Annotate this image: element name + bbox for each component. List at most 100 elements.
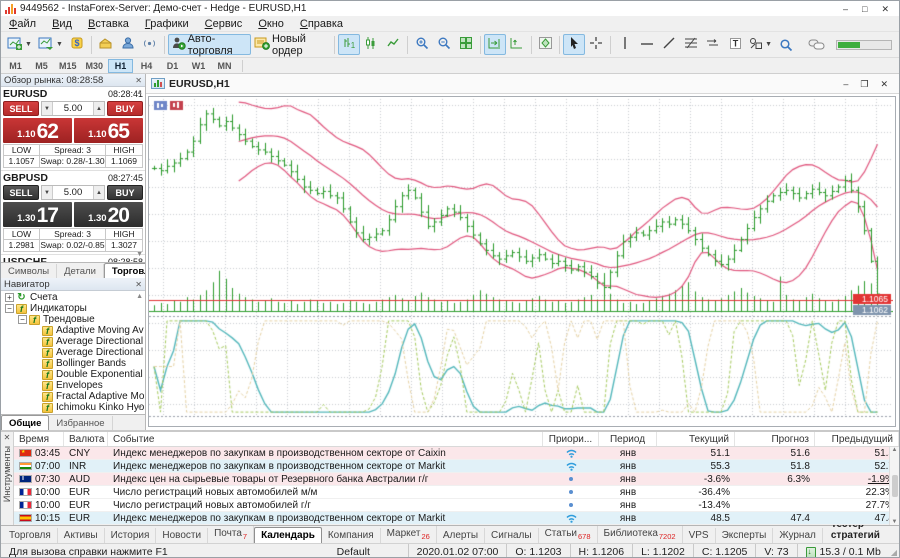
toolbox-close-icon[interactable]: ✕ [4,432,11,442]
shapes-button[interactable]: ▼ [746,34,775,55]
market-button[interactable] [95,34,117,55]
calendar-column-2[interactable]: Валюта [64,432,108,446]
bottom-tab-почта[interactable]: Почта7 [208,526,254,543]
close-button[interactable]: ✕ [881,3,889,15]
timeframe-d1[interactable]: D1 [160,59,185,73]
vertical-line-button[interactable] [614,34,636,55]
signals-button[interactable] [139,34,161,55]
tree-item-трендовые[interactable]: −fТрендовые [1,314,145,325]
volume-increase-icon[interactable]: ▲ [93,102,104,115]
volume-decrease-icon[interactable]: ▼ [42,186,53,199]
search-button[interactable] [775,34,797,55]
bottom-tab-активы[interactable]: Активы [58,528,105,543]
bottom-tab-алерты[interactable]: Алерты [437,528,485,543]
chat-button[interactable] [805,34,828,55]
chart-shift-button[interactable] [506,34,528,55]
chart-close-button[interactable]: ✕ [880,78,888,90]
horizontal-line-button[interactable] [636,34,658,55]
bottom-tab-библиотека[interactable]: Библиотека7202 [598,526,683,543]
calendar-column-4[interactable]: Приори... [543,432,599,446]
market-watch-tab-детали[interactable]: Детали [57,264,104,278]
scroll-up-arrow-icon[interactable]: ▲ [892,447,898,453]
scroll-down-arrow-icon[interactable]: ▼ [892,519,898,525]
tree-item-ichimoku-kinko-hyo[interactable]: fIchimoku Kinko Hyo [1,402,145,413]
profiles-button[interactable]: ▼ [35,34,66,55]
timeframe-mn[interactable]: MN [212,59,237,73]
bottom-tab-vps[interactable]: VPS [683,528,716,543]
bottom-tab-сигналы[interactable]: Сигналы [485,528,539,543]
bid-price-box[interactable]: 1.1062 [3,118,72,143]
menu-item-справка[interactable]: Справка [292,17,351,31]
tree-item-индикаторы[interactable]: −fИндикаторы [1,303,145,314]
tree-item-adaptive-moving-av[interactable]: fAdaptive Moving Av [1,325,145,336]
buy-button[interactable]: BUY [107,185,143,200]
ask-price-box[interactable]: 1.3020 [74,202,143,227]
equidistant-channel-button[interactable] [702,34,724,55]
tree-item-bollinger-bands[interactable]: fBollinger Bands [1,358,145,369]
chart-plot-area[interactable] [148,96,896,427]
trendline-button[interactable] [658,34,680,55]
navigator-scroll-down-icon[interactable]: ▼ [136,405,143,412]
bottom-tab-календарь[interactable]: Календарь [254,527,322,543]
calendar-row[interactable]: 07:30AUDИндекс цен на сырьевые товары от… [14,473,899,486]
tree-item-double-exponential[interactable]: fDouble Exponential [1,369,145,380]
timeframe-m30[interactable]: M30 [82,59,108,73]
navigator-scroll-up-icon[interactable]: ▲ [136,293,143,300]
indicators-dialog-button[interactable] [534,34,556,55]
tree-toggle-icon[interactable]: + [5,293,14,302]
calendar-row[interactable]: ★03:45CNYИндекс менеджеров по закупкам в… [14,447,899,460]
new-order-button[interactable]: Новый ордер [251,34,331,55]
fibonacci-button[interactable] [680,34,702,55]
bottom-tab-маркет[interactable]: Маркет26 [381,526,437,543]
navigator-tab-избранное[interactable]: Избранное [49,416,112,430]
market-watch-close-icon[interactable]: ✕ [135,76,142,85]
autotrade-button[interactable]: Авто-торговля [168,34,251,55]
tree-item-fractal-adaptive-mo[interactable]: fFractal Adaptive Mo [1,391,145,402]
calendar-column-1[interactable]: Время [14,432,64,446]
volume-value[interactable]: 5.00 [53,187,93,198]
calendar-column-5[interactable]: Период [599,432,657,446]
calendar-column-6[interactable]: Текущий [657,432,735,446]
bottom-tab-эксперты[interactable]: Эксперты [716,528,774,543]
chart-candles-button[interactable] [360,34,382,55]
market-watch-scroll-down-icon[interactable]: ▼ [136,251,143,258]
minimize-button[interactable]: – [843,3,848,15]
menu-item-файл[interactable]: Файл [1,17,44,31]
timeframe-m5[interactable]: M5 [29,59,54,73]
price-chart-canvas[interactable] [149,97,893,426]
calendar-row[interactable]: 07:00INRИндекс менеджеров по закупкам в … [14,460,899,473]
tree-item-счета[interactable]: +↻Счета [1,292,145,303]
bottom-tab-компания[interactable]: Компания [322,528,381,543]
volume-decrease-icon[interactable]: ▼ [42,102,53,115]
timeframe-w1[interactable]: W1 [186,59,211,73]
zoom-in-button[interactable] [411,34,433,55]
calendar-row[interactable]: 10:00EURЧисло регистраций новых автомоби… [14,499,899,512]
calendar-column-7[interactable]: Прогноз [735,432,815,446]
calendar-column-8[interactable]: Предыдущий [815,432,899,446]
calendar-column-3[interactable]: Событие [108,432,543,446]
history-center-button[interactable]: $ [66,34,88,55]
timeframe-h4[interactable]: H4 [134,59,159,73]
bottom-tab-торговля[interactable]: Торговля [3,528,58,543]
sell-button[interactable]: SELL [3,185,39,200]
market-watch-tab-символы[interactable]: Символы [1,264,57,278]
community-button[interactable] [117,34,139,55]
volume-stepper[interactable]: ▼5.00▲ [41,101,105,116]
tree-item-average-directional[interactable]: fAverage Directional [1,347,145,358]
new-chart-button[interactable]: ▼ [4,34,35,55]
calendar-row[interactable]: 10:15EURИндекс менеджеров по закупкам в … [14,512,899,525]
navigator-tab-общие[interactable]: Общие [1,415,49,430]
bottom-tab-история[interactable]: История [105,528,157,543]
menu-item-вид[interactable]: Вид [44,17,80,31]
menu-item-сервис[interactable]: Сервис [197,17,251,31]
tree-item-average-directional[interactable]: fAverage Directional [1,336,145,347]
tree-toggle-icon[interactable]: − [5,304,14,313]
calendar-scrollbar[interactable]: ▲ ▼ [889,447,899,525]
chart-bars-button[interactable]: 1 [338,34,360,55]
chart-restore-button[interactable]: ❐ [860,78,868,90]
bottom-tab-статьи[interactable]: Статьи678 [539,526,598,543]
resize-grip-icon[interactable]: ◢ [891,548,899,557]
volume-stepper[interactable]: ▼5.00▲ [41,185,105,200]
maximize-button[interactable]: □ [862,3,867,15]
menu-item-вставка[interactable]: Вставка [80,17,137,31]
